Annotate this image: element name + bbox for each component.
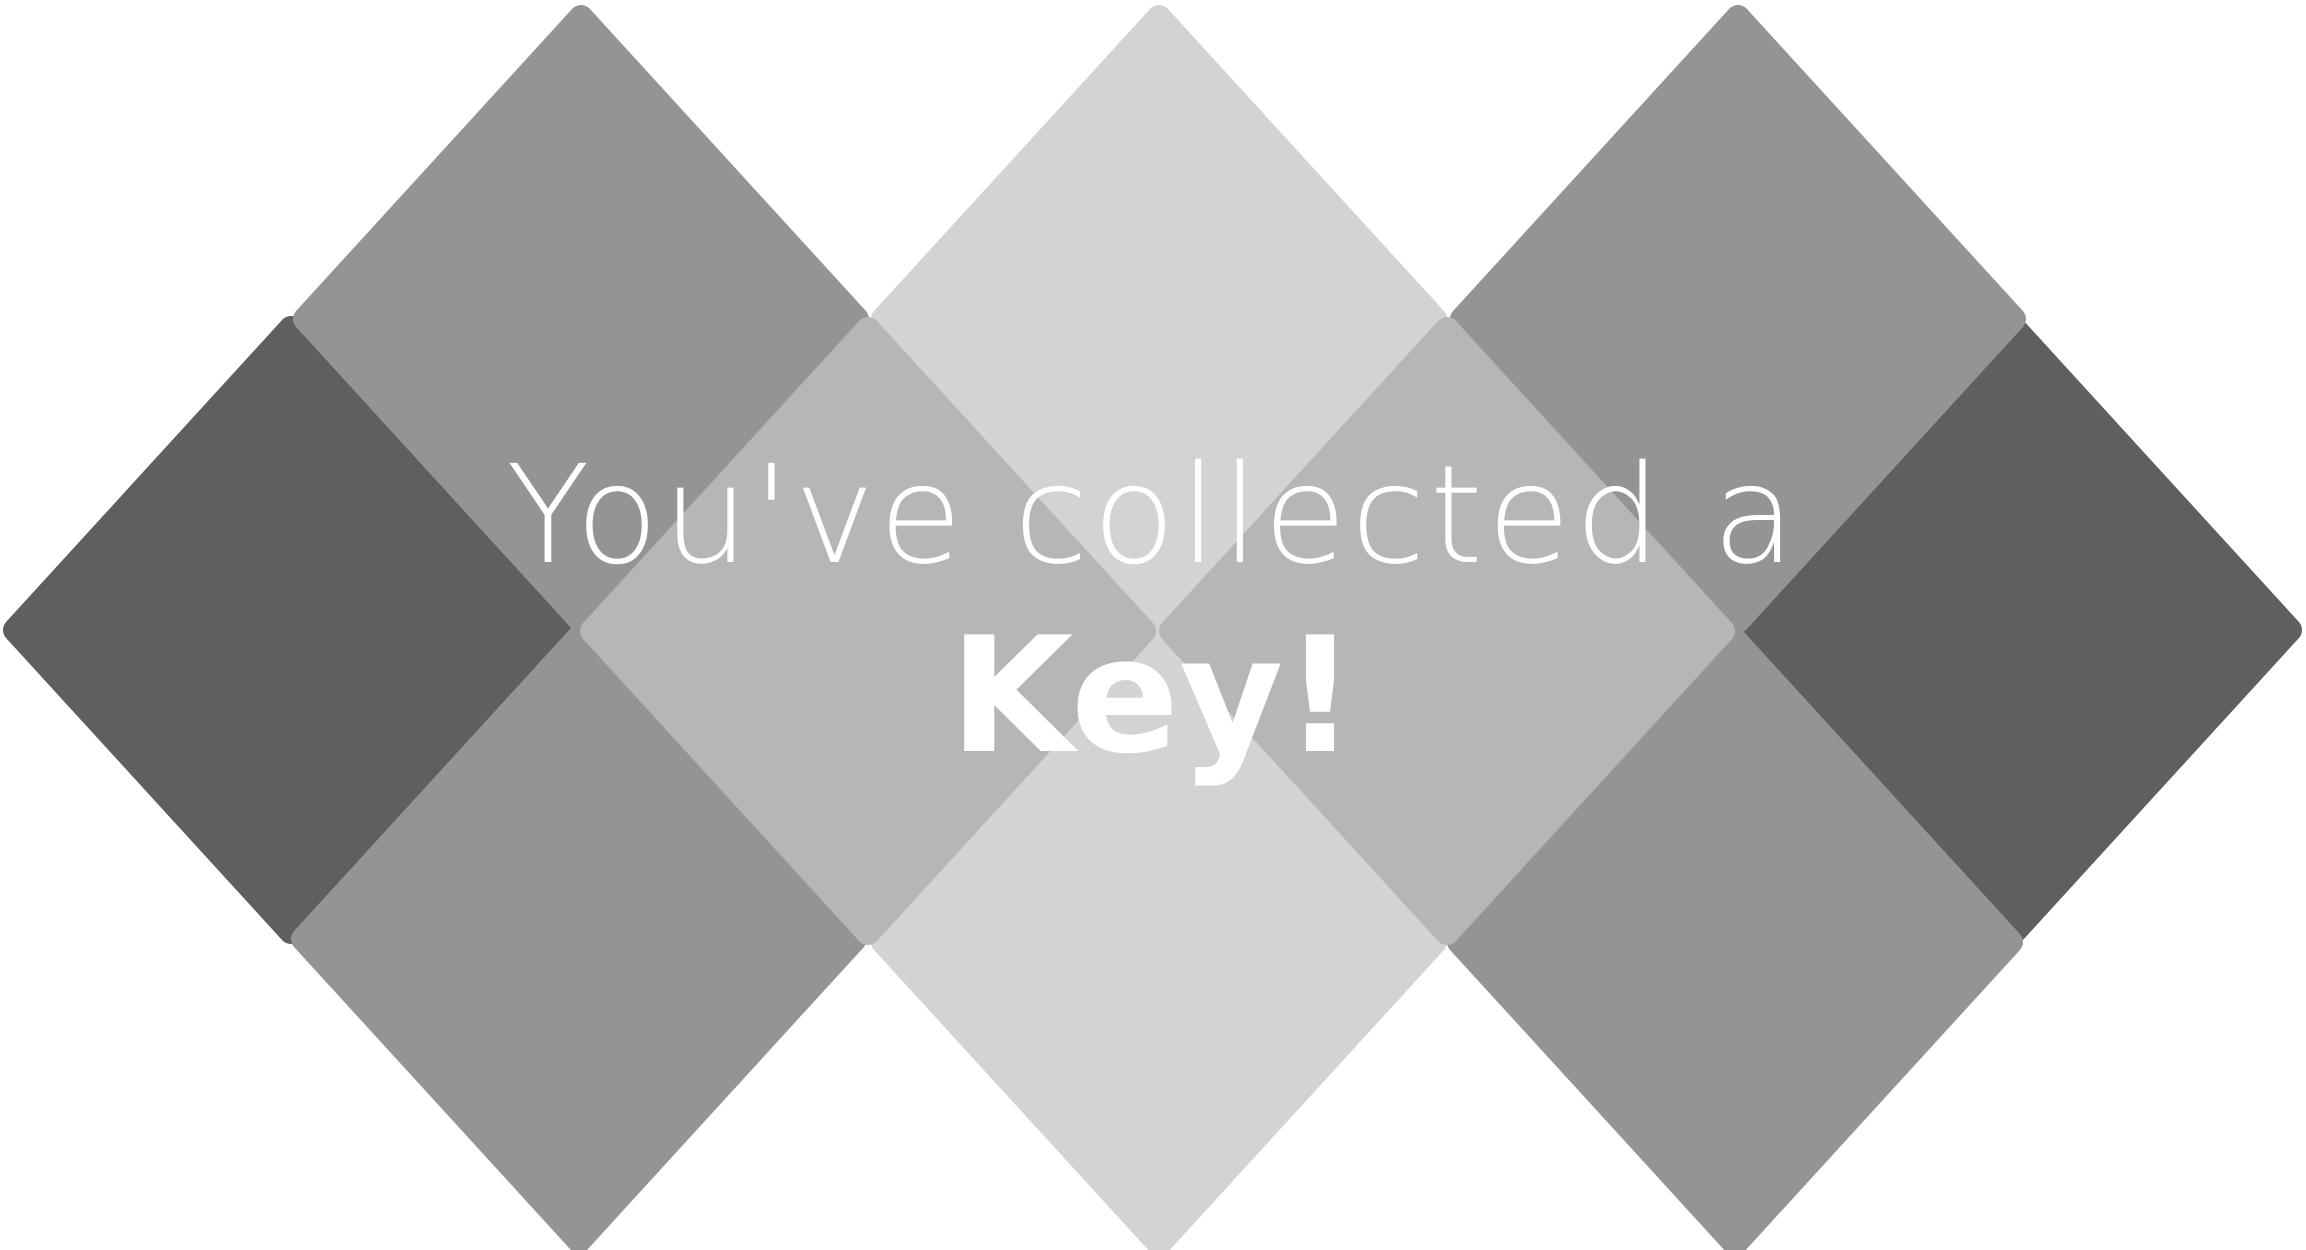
headline-collected-text: You've collected a bbox=[506, 437, 1800, 595]
headline-key-text: Key! bbox=[949, 602, 1357, 789]
